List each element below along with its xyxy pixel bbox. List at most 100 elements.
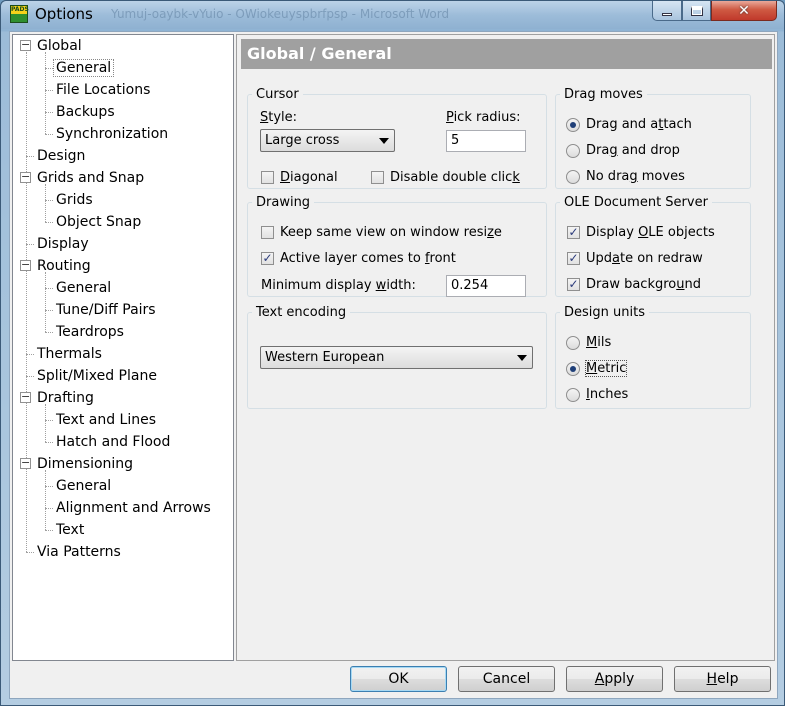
display-ole-label[interactable]: Display OLE objects — [586, 225, 715, 240]
tree-item[interactable]: Hatch and Flood — [54, 432, 172, 452]
tree-item[interactable]: Alignment and Arrows — [54, 498, 213, 518]
pads-app-icon[interactable]: PADS — [10, 5, 29, 23]
tree-item[interactable]: Global — [35, 36, 84, 56]
collapse-icon[interactable]: − — [20, 391, 31, 403]
tree-connector — [45, 68, 53, 69]
tree-item[interactable]: General — [54, 278, 113, 298]
drawing-group: Drawing Keep same view on window resize … — [247, 195, 547, 297]
tree-connector — [45, 508, 53, 509]
drag-drop-radio[interactable] — [566, 144, 580, 158]
text-encoding-value: Western European — [265, 350, 385, 365]
minimize-icon — [662, 13, 672, 16]
tree-connector — [26, 156, 34, 157]
close-button[interactable]: ✕ — [711, 1, 777, 21]
tree-item[interactable]: Grids — [54, 190, 95, 210]
pick-radius-input[interactable]: 5 — [446, 130, 526, 152]
update-on-redraw-checkbox[interactable] — [567, 252, 580, 265]
tree-item[interactable]: Tune/Diff Pairs — [54, 300, 158, 320]
tree-item[interactable]: Routing — [35, 256, 93, 276]
title-bar[interactable]: PADS Options Yumuj-oaybk-vYuio - OWiokeu… — [1, 1, 784, 29]
tree-item-label: Design — [37, 148, 86, 164]
inches-radio[interactable] — [566, 388, 580, 402]
tree-item-label: Text and Lines — [56, 412, 157, 428]
tree-item-label: Display — [37, 236, 89, 252]
no-drag-moves-radio[interactable] — [566, 170, 580, 184]
tree-item[interactable]: Text and Lines — [54, 410, 158, 430]
tree-item-label: Object Snap — [56, 214, 142, 230]
display-ole-checkbox[interactable] — [567, 226, 580, 239]
drag-moves-legend: Drag moves — [564, 87, 643, 102]
disable-double-click-checkbox[interactable] — [371, 171, 384, 184]
tree-item[interactable]: Backups — [54, 102, 117, 122]
tree-item[interactable]: Dimensioning — [35, 454, 135, 474]
active-layer-front-checkbox[interactable] — [261, 252, 274, 265]
tree-item[interactable]: File Locations — [54, 80, 152, 100]
tree-connector — [45, 486, 53, 487]
drag-attach-radio[interactable] — [566, 118, 580, 132]
tree-connector — [26, 354, 34, 355]
text-encoding-select[interactable]: Western European — [260, 346, 533, 369]
mils-radio[interactable] — [566, 336, 580, 350]
tree-item[interactable]: Design — [35, 146, 87, 166]
apply-button[interactable]: Apply — [566, 666, 663, 692]
tree-item[interactable]: Drafting — [35, 388, 96, 408]
diagonal-label[interactable]: Diagonal — [280, 170, 338, 185]
tree-connector — [45, 134, 53, 135]
dropdown-arrow-icon — [379, 138, 389, 144]
dropdown-arrow-icon — [517, 355, 527, 361]
diagonal-checkbox[interactable] — [261, 171, 274, 184]
page-title: Global / General — [241, 39, 772, 69]
cursor-style-value: Large cross — [265, 133, 340, 148]
tree-item-label: Alignment and Arrows — [56, 500, 211, 516]
cancel-button[interactable]: Cancel — [458, 666, 555, 692]
collapse-icon[interactable]: − — [20, 171, 31, 183]
metric-label[interactable]: Metric — [584, 360, 628, 377]
tree-item[interactable]: Via Patterns — [35, 542, 123, 562]
tree-item-label: Global — [37, 38, 82, 54]
no-drag-moves-label[interactable]: No drag moves — [586, 169, 685, 184]
draw-background-checkbox[interactable] — [567, 278, 580, 291]
tree-connector — [26, 52, 27, 552]
tree-item[interactable]: Text — [54, 520, 86, 540]
active-layer-front-label[interactable]: Active layer comes to front — [280, 251, 456, 266]
tree-item[interactable]: Grids and Snap — [35, 168, 146, 188]
metric-radio[interactable] — [566, 362, 580, 376]
minimize-button[interactable] — [652, 1, 682, 21]
help-button[interactable]: Help — [674, 666, 771, 692]
text-encoding-legend: Text encoding — [256, 305, 347, 320]
collapse-icon[interactable]: − — [20, 259, 31, 271]
ok-button[interactable]: OK — [350, 666, 447, 692]
ole-server-legend: OLE Document Server — [564, 195, 708, 210]
inches-label[interactable]: Inches — [586, 387, 628, 402]
collapse-icon[interactable]: − — [20, 457, 31, 469]
tree-connector — [45, 404, 46, 442]
disable-double-click-label[interactable]: Disable double click — [390, 170, 520, 185]
tree-item[interactable]: Split/Mixed Plane — [35, 366, 159, 386]
keep-same-view-label[interactable]: Keep same view on window resize — [280, 225, 502, 240]
tree-connector — [45, 222, 53, 223]
min-display-width-input[interactable]: 0.254 — [446, 275, 526, 297]
drag-attach-label[interactable]: Drag and attach — [586, 117, 692, 132]
tree-connector — [45, 90, 53, 91]
tree-connector — [45, 442, 53, 443]
tree-item[interactable]: Object Snap — [54, 212, 143, 232]
drawing-legend: Drawing — [256, 195, 311, 210]
tree-item[interactable]: Teardrops — [54, 322, 126, 342]
maximize-button[interactable] — [682, 1, 711, 21]
close-icon: ✕ — [738, 2, 750, 19]
cursor-style-select[interactable]: Large cross — [260, 129, 395, 152]
tree-item[interactable]: Thermals — [35, 344, 104, 364]
tree-item[interactable]: Synchronization — [54, 124, 170, 144]
update-on-redraw-label[interactable]: Update on redraw — [586, 251, 703, 266]
dialog-client-area: Global − General File Locations Backups Synch… — [9, 31, 778, 699]
tree-item[interactable]: General — [52, 58, 115, 78]
keep-same-view-checkbox[interactable] — [261, 226, 274, 239]
drag-drop-label[interactable]: Drag and drop — [586, 143, 680, 158]
tree-connector — [45, 420, 53, 421]
mils-label[interactable]: Mils — [586, 335, 611, 350]
tree-item[interactable]: Display — [35, 234, 91, 254]
draw-background-label[interactable]: Draw background — [586, 277, 701, 292]
collapse-icon[interactable]: − — [20, 39, 31, 51]
options-tree[interactable]: Global − General File Locations Backups Synch… — [12, 34, 234, 661]
tree-item[interactable]: General — [54, 476, 113, 496]
